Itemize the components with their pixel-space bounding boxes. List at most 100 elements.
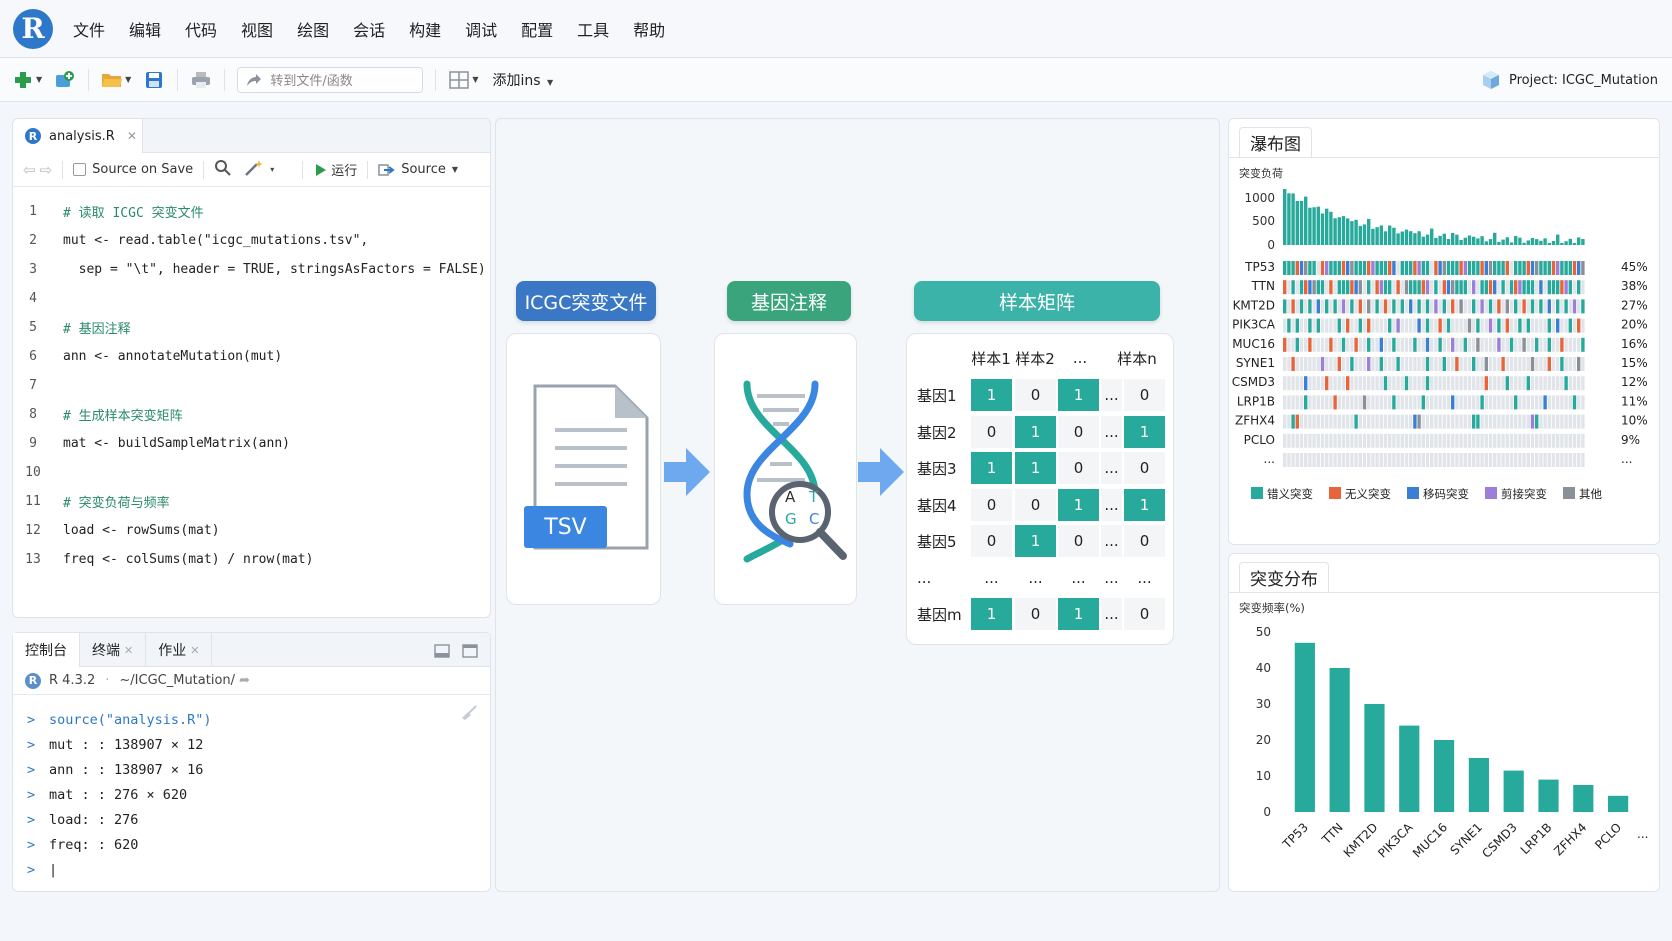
maximize-pane-icon[interactable] [462,643,478,662]
code-line[interactable]: 3 sep = "\t", header = TRUE, stringsAsFa… [13,255,490,284]
mutation-cell [1362,414,1367,429]
console-output[interactable]: > source("analysis.R") > mut : : 138907 × 1… [13,695,490,882]
source-on-save-checkbox[interactable] [73,163,87,176]
menu-file[interactable]: 文件 [73,17,105,41]
code-line[interactable]: 13 freq <- colSums(mat) / nrow(mat) [13,545,490,574]
open-folder-icon[interactable] [101,69,123,91]
code-line[interactable]: 4 [13,284,490,313]
goto-dir-arrow-icon[interactable]: ➦ [239,673,250,688]
code-line[interactable]: 7 [13,371,490,400]
menu-debug[interactable]: 调试 [465,17,497,41]
minimize-pane-icon[interactable] [434,643,450,662]
source-button[interactable]: Source ▼ [378,162,458,177]
mutation-cell [1434,376,1438,391]
mutation-cell [1388,395,1392,410]
close-tab-icon[interactable]: ✕ [124,644,133,657]
clear-console-icon[interactable] [460,704,478,724]
pane-layout-caret-icon[interactable]: ▼ [472,75,478,84]
mutation-cell [1320,318,1325,333]
project-menu[interactable]: Project: ICGC_Mutation [1481,70,1658,90]
code-area[interactable]: 1 # 读取 ICGC 突变文件 2 mut <- read.table("icgc_… [13,187,490,574]
print-icon[interactable] [190,69,212,91]
tab-terminal[interactable]: 终端 ✕ [80,633,147,667]
code-line[interactable]: 5 # 基因注释 [13,313,490,342]
mutation-cell [1514,318,1518,333]
save-icon[interactable] [143,69,165,91]
mutation-cell [1362,318,1367,333]
back-arrow-icon[interactable]: ⇦ [23,161,36,179]
console-prompt: > [27,811,36,828]
mutation-cell [1404,376,1409,391]
close-tab-icon[interactable]: ✕ [190,644,199,657]
run-button[interactable]: 运行 [315,160,357,179]
code-line[interactable]: 10 [13,458,490,487]
mutation-cell [1434,337,1438,352]
tab-distribution[interactable]: 突变分布 [1239,562,1329,592]
close-tab-icon[interactable]: ✕ [127,129,137,143]
new-file-icon[interactable] [12,69,34,91]
mutation-cell [1455,433,1459,448]
mutation-cell [1392,299,1396,314]
mutation-cell [1346,337,1350,352]
console-prompt: > [27,786,36,803]
menu-plots[interactable]: 绘图 [297,17,329,41]
mutation-cell [1396,414,1400,429]
code-line[interactable]: 8 # 生成样本突变矩阵 [13,400,490,429]
tab-waterfall[interactable]: 瀑布图 [1239,127,1312,157]
waterfall-chart: 突变负荷 1000 500 0 TP53 45% TTN 38% KMT2D 27% PIK3CA 2… [1232,166,1648,501]
menu-code[interactable]: 代码 [185,17,217,41]
mutation-cell [1375,318,1379,333]
mutation-cell [1472,453,1476,467]
goto-file-input[interactable]: 转到文件/函数 [237,66,424,93]
code-line[interactable]: 6 ann <- annotateMutation(mut) [13,342,490,371]
new-project-icon[interactable] [54,69,76,91]
code-line[interactable]: 11 # 突变负荷与频率 [13,487,490,516]
menu-view[interactable]: 视图 [241,17,273,41]
menu-session[interactable]: 会话 [353,17,385,41]
mutation-cell [1564,280,1568,295]
code-line[interactable]: 12 load <- rowSums(mat) [13,516,490,545]
matrix-cell: 0 [1058,525,1099,557]
magic-wand-icon[interactable] [244,159,264,181]
menu-help[interactable]: 帮助 [633,17,665,41]
mutation-cell [1543,261,1547,275]
mutation-cell [1421,318,1425,333]
legend-label: 无义突变 [1345,487,1391,501]
code-line[interactable]: 2 mut <- read.table("icgc_mutations.tsv", [13,226,490,255]
code-line[interactable]: 9 mat <- buildSampleMatrix(ann) [13,429,490,458]
file-tab-analysis[interactable]: R analysis.R ✕ [13,119,143,153]
mutation-cell [1501,433,1505,448]
mutation-cell [1333,261,1337,275]
burden-bar [1488,239,1493,245]
wand-caret-icon[interactable]: ▾ [270,165,274,174]
mutation-cell [1488,280,1493,295]
mutation-cell [1451,453,1455,467]
mutation-cell [1341,357,1346,371]
new-file-caret-icon[interactable]: ▼ [36,75,42,84]
pane-layout-icon[interactable] [448,69,470,91]
burden-bar [1501,239,1505,245]
mutation-cell [1480,453,1484,467]
tab-console[interactable]: 控制台 [13,633,80,667]
mutation-cell [1367,261,1371,275]
matrix-cell: ... [1101,452,1122,484]
menu-edit[interactable]: 编辑 [129,17,161,41]
mutation-cell [1388,261,1392,275]
burden-bar [1425,234,1430,245]
code-line[interactable]: 1 # 读取 ICGC 突变文件 [13,197,490,226]
tab-jobs[interactable]: 作业 ✕ [146,633,213,667]
forward-arrow-icon[interactable]: ⇨ [40,161,53,179]
menu-build[interactable]: 构建 [409,17,441,41]
menu-profile[interactable]: 配置 [521,17,553,41]
search-icon[interactable] [214,159,232,181]
menu-tools[interactable]: 工具 [577,17,609,41]
addins-menu[interactable]: 添加ins ▼ [492,70,553,90]
working-directory[interactable]: ~/ICGC_Mutation/ [119,673,235,688]
mutation-cell [1514,414,1518,429]
mutation-cell [1383,357,1388,371]
x-tick-label: MUC16 [1410,820,1450,860]
open-folder-caret-icon[interactable]: ▼ [125,75,131,84]
mutation-cell [1568,395,1572,410]
mutation-cell [1488,357,1493,371]
mutation-cell [1291,414,1295,429]
